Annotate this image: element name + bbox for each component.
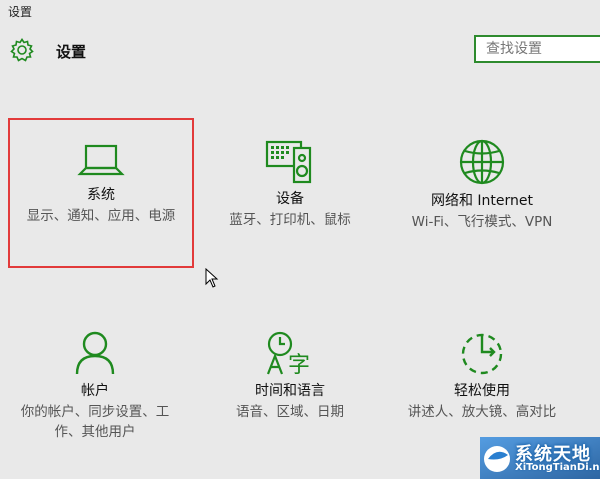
tile-description: 语音、区域、日期: [236, 404, 344, 420]
tile-description: Wi-Fi、飞行模式、VPN: [411, 214, 553, 230]
mouse-cursor-icon: [205, 268, 219, 288]
laptop-icon: [77, 144, 125, 176]
tile-network[interactable]: 网络和 Internet Wi-Fi、飞行模式、VPN: [392, 138, 572, 232]
tile-system[interactable]: 系统 显示、通知、应用、电源: [11, 140, 191, 226]
tile-description: 你的帐户、同步设置、工作、其他用户: [20, 404, 170, 440]
tile-label: 设备: [276, 191, 304, 207]
person-icon: [75, 331, 115, 375]
window-title: 设置: [8, 5, 33, 19]
search-input[interactable]: [476, 37, 600, 61]
tile-ease-of-access[interactable]: 轻松使用 讲述人、放大镜、高对比: [392, 330, 572, 422]
svg-text:字: 字: [288, 353, 310, 376]
tile-description: 蓝牙、打印机、鼠标: [229, 212, 351, 228]
tile-description: 显示、通知、应用、电源: [26, 208, 176, 224]
page-title: 设置: [56, 43, 87, 61]
tile-label: 轻松使用: [454, 383, 510, 399]
tile-time-language[interactable]: 字 时间和语言 语音、区域、日期: [200, 330, 380, 422]
search-field[interactable]: [474, 35, 600, 63]
tile-label: 系统: [87, 187, 115, 203]
gear-icon: [10, 38, 34, 62]
tile-devices[interactable]: 设备 蓝牙、打印机、鼠标: [200, 138, 380, 230]
time-language-icon: 字: [266, 331, 310, 376]
tile-accounts[interactable]: 帐户 你的帐户、同步设置、工作、其他用户: [5, 330, 185, 442]
watermark-url: XiTongTianDi.net: [515, 462, 600, 473]
globe-icon: [459, 139, 505, 185]
tile-label: 网络和 Internet: [430, 193, 534, 209]
devices-icon: [265, 140, 312, 184]
tile-description: 讲述人、放大镜、高对比: [407, 404, 557, 420]
tile-label: 时间和语言: [255, 383, 325, 399]
tile-label: 帐户: [81, 383, 109, 399]
ease-of-access-icon: [461, 333, 503, 375]
